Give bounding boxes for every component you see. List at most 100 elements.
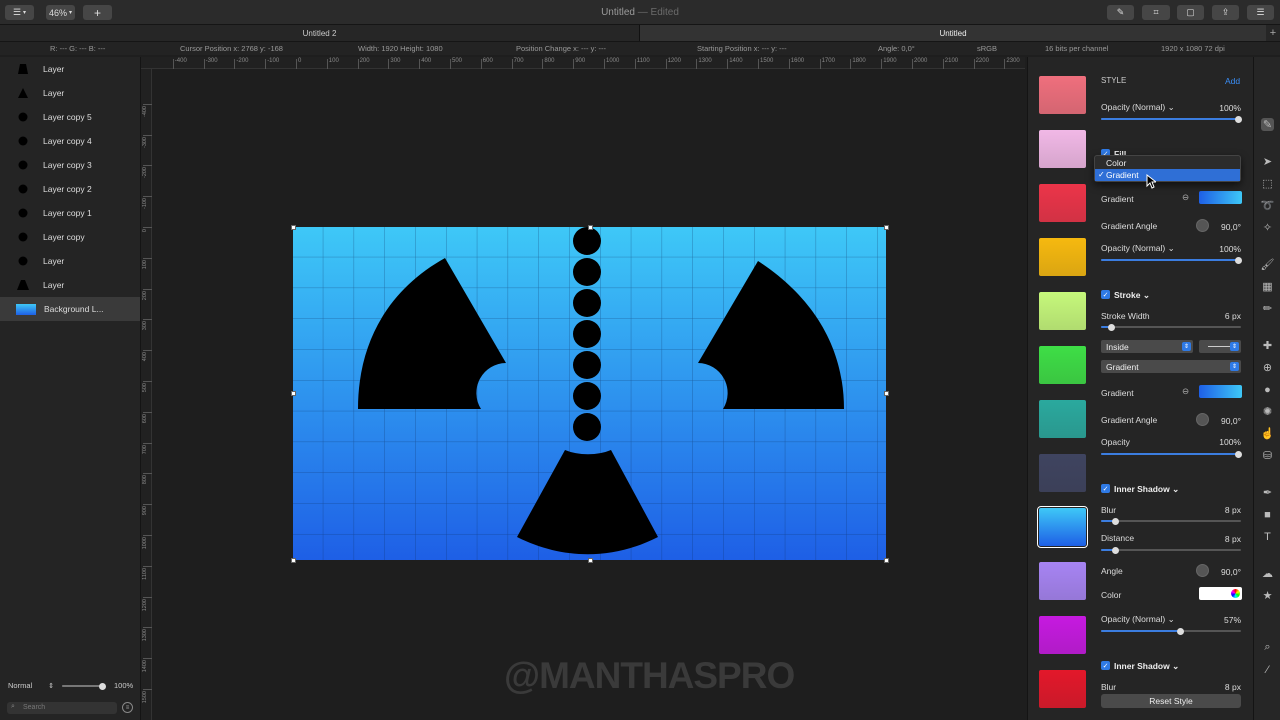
handle-top-right[interactable]	[884, 225, 889, 230]
artboard-canvas[interactable]	[293, 227, 886, 560]
smudge-tool-icon[interactable]: ☝	[1261, 427, 1275, 440]
position-change-readout: Position Change x: --- y: ---	[516, 44, 607, 53]
tab-untitled-2[interactable]: Untitled 2	[0, 25, 639, 41]
inner-shadow-checkbox[interactable]: ✓	[1101, 484, 1110, 493]
fill-gradient-swatch[interactable]	[1199, 191, 1242, 204]
blur-slider[interactable]	[1101, 517, 1241, 525]
stroke-header[interactable]: Stroke ⌄	[1114, 290, 1150, 301]
stroke-checkbox[interactable]: ✓	[1101, 290, 1110, 299]
handle-bottom-center[interactable]	[588, 558, 593, 563]
layer-opacity-slider[interactable]	[62, 682, 106, 690]
pen-edit-button[interactable]: ✎	[1107, 5, 1134, 20]
layer-item[interactable]: Layer copy 4	[0, 129, 140, 153]
brush-tool-icon[interactable]: 🖌	[1261, 258, 1275, 271]
layer-item[interactable]: Layer	[0, 249, 140, 273]
stroke-position-select[interactable]: Inside ⇕	[1101, 340, 1193, 353]
shadow-opacity-slider[interactable]	[1101, 627, 1241, 635]
style-preset-swatch[interactable]	[1039, 292, 1086, 330]
stroke-gradient-swatch[interactable]	[1199, 385, 1242, 398]
clone-tool-icon[interactable]: ⊕	[1261, 361, 1274, 374]
filter-icon[interactable]: ≡	[122, 702, 133, 713]
style-preset-swatch[interactable]	[1037, 506, 1088, 548]
style-preset-swatch[interactable]	[1039, 616, 1086, 654]
pen-tool-icon[interactable]: ✒	[1261, 486, 1274, 499]
handle-top-center[interactable]	[588, 225, 593, 230]
layer-item[interactable]: Layer	[0, 57, 140, 81]
layer-item[interactable]: Layer copy 2	[0, 177, 140, 201]
handle-middle-right[interactable]	[884, 391, 889, 396]
style-preset-swatch[interactable]	[1039, 670, 1086, 708]
bucket-tool-icon[interactable]: ⛁	[1261, 449, 1274, 462]
ruler-tick	[480, 59, 482, 69]
style-preset-swatch[interactable]	[1039, 400, 1086, 438]
bandage-tool-icon[interactable]: ✚	[1261, 339, 1274, 352]
layer-item[interactable]: Layer	[0, 273, 140, 297]
ruler-label: -300	[142, 136, 148, 148]
style-preset-swatch[interactable]	[1039, 184, 1086, 222]
shadow-color-swatch[interactable]	[1199, 587, 1242, 600]
crop-button[interactable]: ⌗	[1142, 5, 1170, 20]
style-preset-swatch[interactable]	[1039, 238, 1086, 276]
layer-item[interactable]: Layer copy 3	[0, 153, 140, 177]
stroke-width-slider[interactable]	[1101, 323, 1241, 331]
share-button[interactable]: ⇪	[1212, 5, 1239, 20]
handle-bottom-right[interactable]	[884, 558, 889, 563]
ruler-label: 2300	[1006, 58, 1020, 64]
style-preset-swatch[interactable]	[1039, 454, 1086, 492]
eyedropper-tool-icon[interactable]: ⁄	[1261, 663, 1274, 676]
pencil-tool-icon[interactable]: ✏	[1261, 302, 1274, 315]
link-icon[interactable]: ⊖	[1182, 386, 1189, 397]
shadow-opacity-label[interactable]: Opacity (Normal) ⌄	[1101, 614, 1175, 625]
zoom-tool-icon[interactable]: ⌕	[1261, 641, 1274, 654]
adjustments-button[interactable]: ☰	[1247, 5, 1274, 20]
arrow-tool-icon[interactable]: ➤	[1261, 155, 1274, 168]
stroke-style-select[interactable]: ⇕	[1199, 340, 1241, 353]
lasso-tool-icon[interactable]: ➰	[1261, 199, 1275, 212]
layer-item[interactable]: Layer copy	[0, 225, 140, 249]
style-preset-swatch[interactable]	[1039, 562, 1086, 600]
inner-shadow2-header[interactable]: Inner Shadow ⌄	[1114, 661, 1179, 672]
stroke-type-select[interactable]: Gradient ⇕	[1101, 360, 1241, 373]
document-button[interactable]: ▢	[1177, 5, 1204, 20]
stroke-opacity-slider[interactable]	[1101, 450, 1242, 458]
layer-search-input[interactable]: ⌕ Search	[7, 702, 117, 714]
tab-untitled[interactable]: Untitled	[640, 25, 1266, 41]
style-preset-swatch[interactable]	[1039, 76, 1086, 114]
inner-shadow-header[interactable]: Inner Shadow ⌄	[1114, 484, 1179, 495]
marquee-tool-icon[interactable]: ⬚	[1261, 177, 1274, 190]
star-tool-icon[interactable]: ★	[1261, 589, 1274, 602]
style-preset-swatch[interactable]	[1039, 130, 1086, 168]
ruler-horizontal: -400 -300 -200 -100 0 100 200 300 400 500 600 700 80…	[141, 57, 1025, 69]
magic-wand-icon[interactable]: ✧	[1261, 221, 1274, 234]
fill-opacity-label[interactable]: Opacity (Normal) ⌄	[1101, 243, 1175, 254]
fill-opacity-slider[interactable]	[1101, 256, 1242, 264]
layer-item[interactable]: Layer copy 1	[0, 201, 140, 225]
dropdown-option-gradient[interactable]: ✓ Gradient	[1095, 169, 1240, 181]
reset-style-button[interactable]: Reset Style	[1101, 694, 1241, 708]
opacity-normal-label[interactable]: Opacity (Normal) ⌄	[1101, 102, 1175, 113]
layer-item[interactable]: Layer copy 5	[0, 105, 140, 129]
new-tab-button[interactable]: +	[1266, 25, 1280, 41]
inner-shadow2-checkbox[interactable]: ✓	[1101, 661, 1110, 670]
link-icon[interactable]: ⊖	[1182, 192, 1189, 203]
sphere-tool-icon[interactable]: ●	[1261, 383, 1274, 396]
dropdown-option-color[interactable]: Color	[1106, 158, 1126, 168]
distance-slider[interactable]	[1101, 546, 1241, 554]
gradient-tool-icon[interactable]: ▦	[1261, 280, 1274, 293]
blend-mode-select[interactable]: Normal ⇕	[8, 681, 54, 690]
style-tool-icon[interactable]: ✎	[1261, 118, 1274, 131]
handle-top-left[interactable]	[291, 225, 296, 230]
ruler-tick	[265, 59, 267, 69]
handle-middle-left[interactable]	[291, 391, 296, 396]
blob-tool-icon[interactable]: ☁	[1261, 567, 1274, 580]
layer-item[interactable]: Layer	[0, 81, 140, 105]
add-style-link[interactable]: Add	[1225, 76, 1240, 86]
sparkle-tool-icon[interactable]: ✺	[1261, 405, 1274, 418]
opacity-slider[interactable]	[1101, 115, 1242, 123]
text-tool-icon[interactable]: T	[1261, 530, 1274, 543]
shape-tool-icon[interactable]: ■	[1261, 508, 1274, 521]
handle-bottom-left[interactable]	[291, 558, 296, 563]
layer-item-selected[interactable]: Background L...	[0, 297, 140, 321]
fill-type-dropdown[interactable]: Color ✓ Gradient	[1094, 155, 1241, 182]
style-preset-swatch[interactable]	[1039, 346, 1086, 384]
